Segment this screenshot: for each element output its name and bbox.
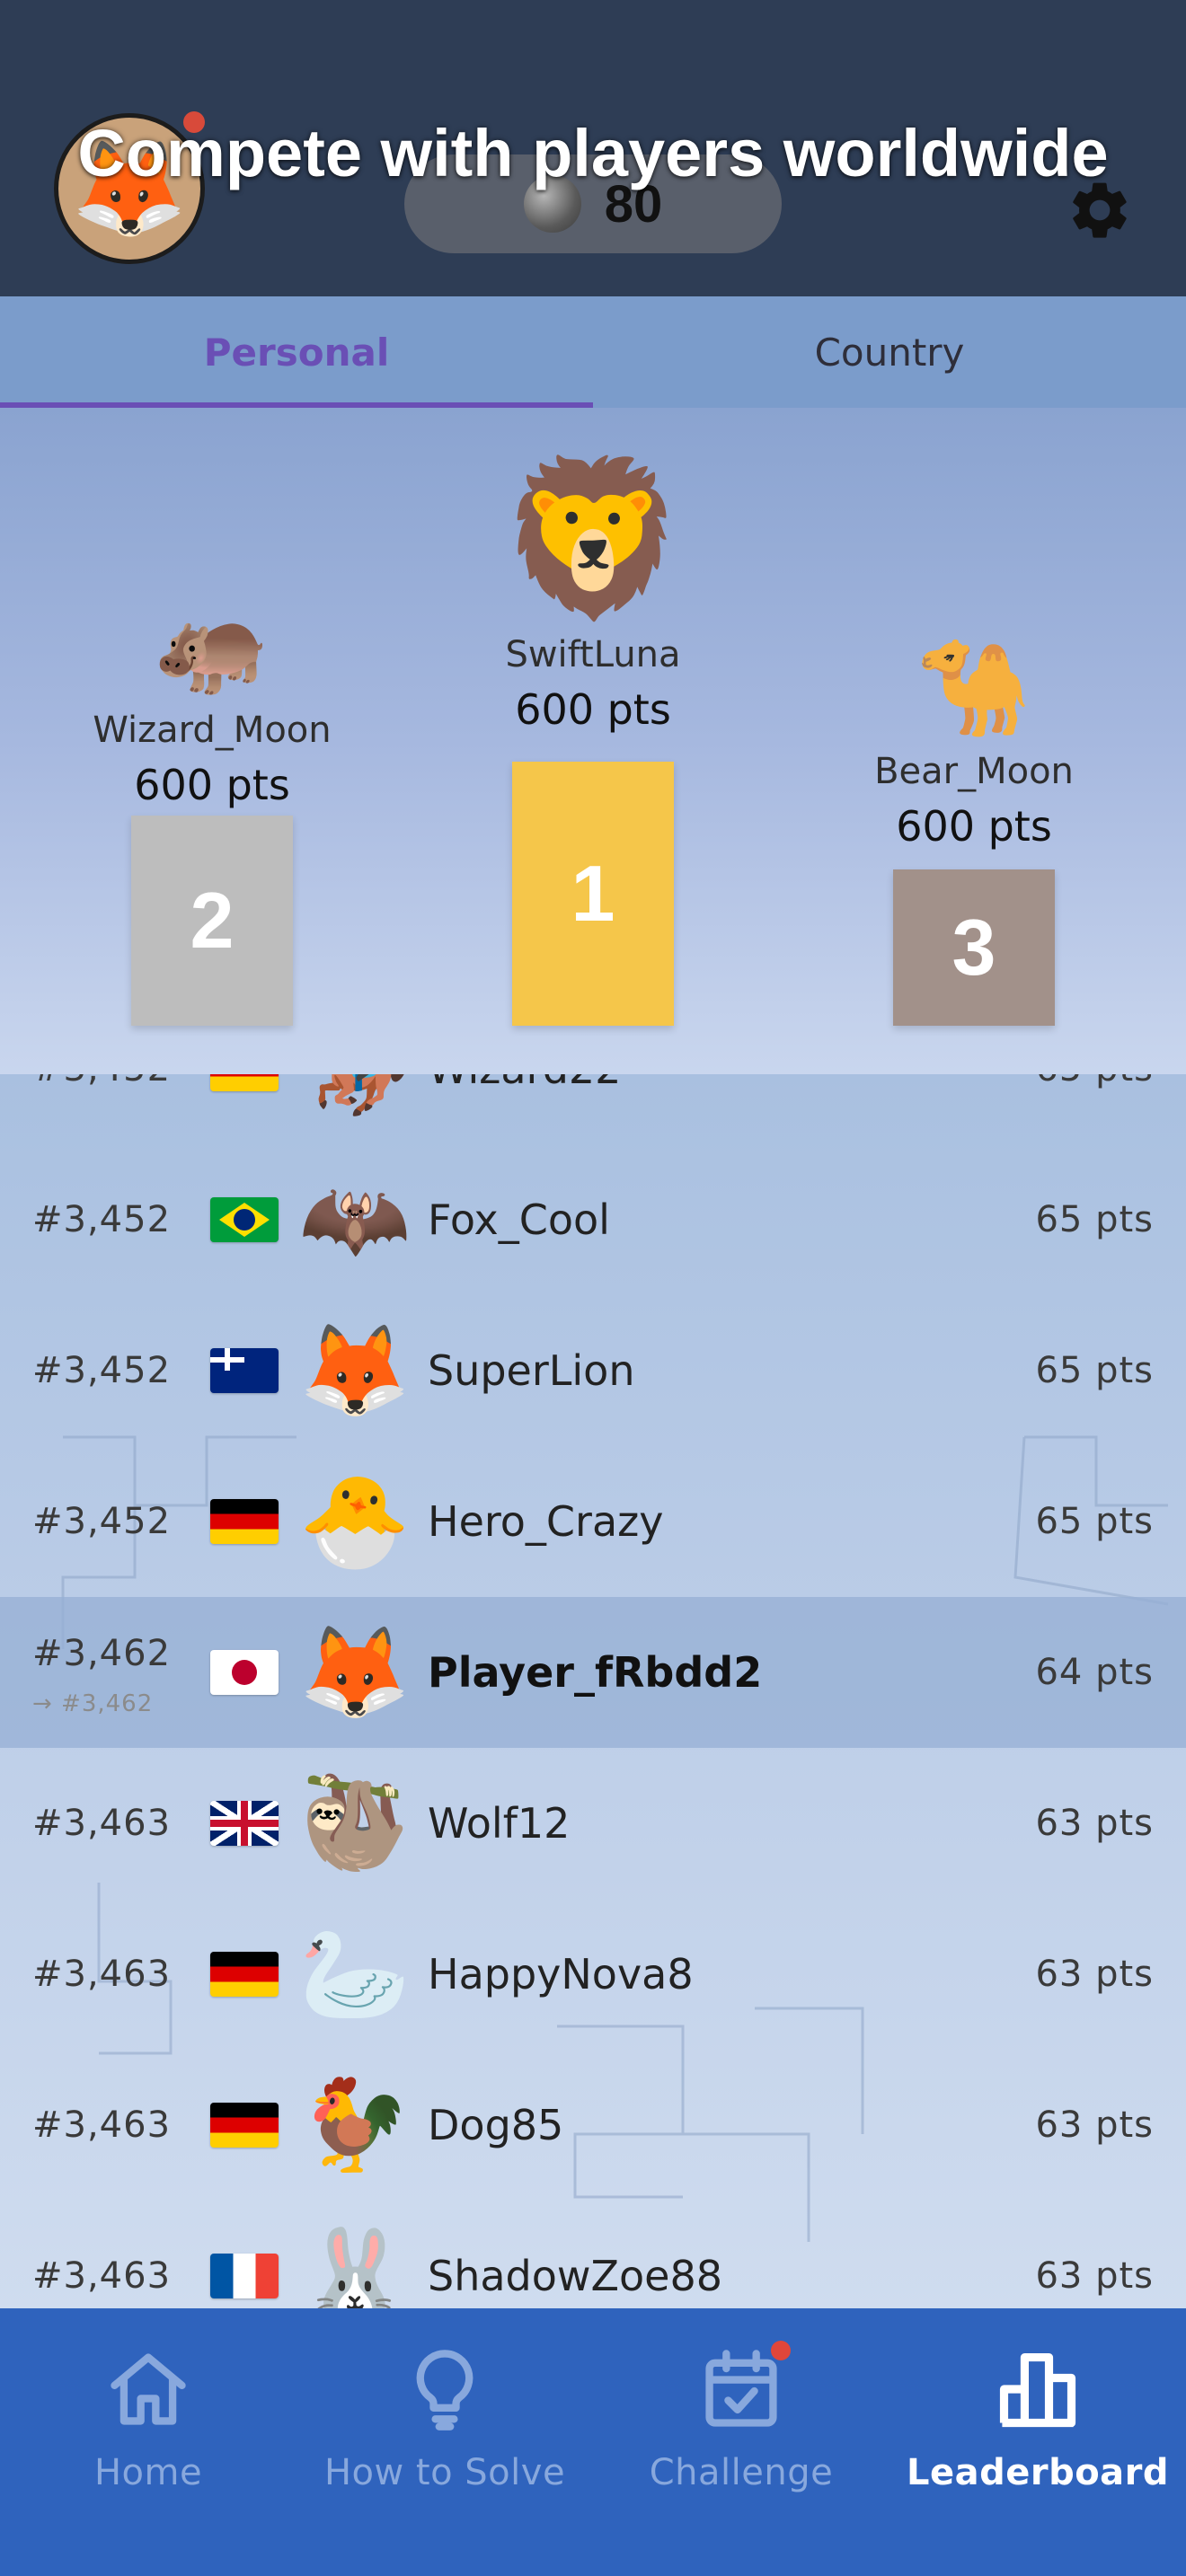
player-points: 64 pts [1035,1652,1154,1693]
rooster-icon: 🐓 [298,2072,412,2177]
rank-text: #3,452 [32,1501,172,1542]
challenge-badge [771,2341,791,2360]
home-icon [111,2353,186,2425]
rank-text: #3,462 [32,1633,172,1674]
tab-personal[interactable]: Personal [0,296,593,408]
player-points: 63 pts [1035,2104,1154,2146]
rank-text: #3,463 [32,1803,172,1844]
player-points: 63 pts [1035,1803,1154,1844]
rank-text: #3,463 [32,2255,172,2297]
flag-germany-icon [210,1074,279,1091]
rank-text: #3,452 [32,1350,172,1391]
horse-racing-icon: 🏇 [296,1074,413,1127]
rank-text: #3,452 [32,1074,171,1090]
player-points: 65 pts [1035,1350,1154,1391]
tab-country[interactable]: Country [593,296,1186,408]
player-points: 65 pts [1035,1501,1154,1542]
flag-france-icon [210,2254,279,2298]
sloth-icon: 🦥 [298,1770,412,1875]
bar-chart-icon [999,2353,1076,2428]
player-name: Hero_Crazy [428,1497,664,1546]
player-points: 65 pts [1035,1074,1154,1090]
list-item[interactable]: #3,463 🐰 ShadowZoe88 63 pts [0,2201,1186,2308]
rabbit-icon: 🐰 [298,2223,412,2308]
podium-first-points: 600 pts [515,685,671,734]
calendar-check-icon [705,2350,777,2427]
player-name: SuperLion [428,1346,635,1395]
flag-germany-icon [210,2103,279,2148]
flag-australia-icon [210,1348,279,1393]
fox-icon: 🦊 [298,1318,412,1423]
list-item[interactable]: #3,452 🦊 SuperLion 65 pts [0,1295,1186,1446]
nav-label: How to Solve [323,2452,566,2493]
lion-icon: 🦁 [498,450,688,628]
podium-third[interactable]: 🐪 Bear_Moon 600 pts [794,629,1154,855]
lightbulb-icon [416,2350,474,2430]
list-item[interactable]: #3,463 🐓 Dog85 63 pts [0,2050,1186,2201]
page-headline: Compete with players worldwide [77,116,1109,190]
player-name: Wolf12 [428,1799,571,1848]
flag-uk-icon [210,1801,279,1846]
nav-challenge[interactable]: Challenge [593,2308,890,2576]
player-name: Wizard22 [428,1074,621,1093]
player-name: HappyNova8 [428,1950,694,1998]
podium-third-name: Bear_Moon [874,751,1074,792]
hippo-icon: 🦛 [154,591,270,701]
fox-icon: 🦊 [298,1619,412,1725]
current-user-row[interactable]: #3,462 → #3,462 🦊 Player_fRbdd2 64 pts [0,1597,1186,1748]
nav-label: Home [93,2452,203,2493]
player-name: Dog85 [428,2101,564,2149]
player-name: Fox_Cool [428,1195,610,1244]
podium-first-name: SwiftLuna [505,634,681,675]
leaderboard-list[interactable]: #3,452 🏇 Wizard22 65 pts #3,452 🦇 Fox_Co… [0,1074,1186,2308]
podium-second-points: 600 pts [134,761,290,809]
rank-text: #3,463 [32,1954,172,1995]
player-points: 63 pts [1035,2255,1154,2297]
podium-third-points: 600 pts [896,802,1052,851]
player-points: 65 pts [1035,1199,1154,1240]
nav-how-to-solve[interactable]: How to Solve [296,2308,593,2576]
nav-home[interactable]: Home [0,2308,296,2576]
list-item[interactable]: #3,452 🏇 Wizard22 65 pts [0,1074,1186,1144]
list-item[interactable]: #3,463 🦢 HappyNova8 63 pts [0,1899,1186,2050]
hatching-chick-icon: 🐣 [298,1469,412,1574]
flag-brazil-icon [210,1197,279,1242]
rank-text: #3,463 [32,2104,172,2146]
leaderboard-tabs: Personal Country [0,296,1186,408]
podium: 🦛 Wizard_Moon 600 pts 2 🦁 SwiftLuna 600 … [0,408,1186,1074]
player-name: Player_fRbdd2 [428,1648,763,1697]
flag-germany-icon [210,1499,279,1544]
podium-first[interactable]: 🦁 SwiftLuna 600 pts [413,449,773,738]
flag-japan-icon [210,1650,279,1695]
list-item[interactable]: #3,452 🐣 Hero_Crazy 65 pts [0,1446,1186,1597]
list-item[interactable]: #3,452 🦇 Fox_Cool 65 pts [0,1144,1186,1295]
swan-icon: 🦢 [298,1921,412,2026]
podium-block-second: 2 [131,816,293,1026]
app-header: 🦊 80 Compete with players worldwide [0,0,1186,296]
player-name: ShadowZoe88 [428,2252,722,2300]
podium-block-first: 1 [512,762,674,1026]
bottom-nav: Home How to Solve Challenge Leaderboard [0,2308,1186,2576]
list-item[interactable]: #3,463 🦥 Wolf12 63 pts [0,1748,1186,1899]
rank-change-text: → #3,462 [32,1690,154,1717]
rank-text: #3,452 [32,1199,172,1240]
bat-icon: 🦇 [298,1167,412,1272]
nav-leaderboard[interactable]: Leaderboard [890,2308,1186,2576]
nav-label: Challenge [649,2452,834,2493]
podium-second-name: Wizard_Moon [93,710,332,751]
podium-block-third: 3 [893,869,1055,1026]
flag-germany-icon [210,1952,279,1997]
camel-icon: 🐪 [916,632,1032,742]
podium-second[interactable]: 🦛 Wizard_Moon 600 pts [32,587,392,814]
player-points: 63 pts [1035,1954,1154,1995]
nav-label: Leaderboard [906,2452,1170,2493]
